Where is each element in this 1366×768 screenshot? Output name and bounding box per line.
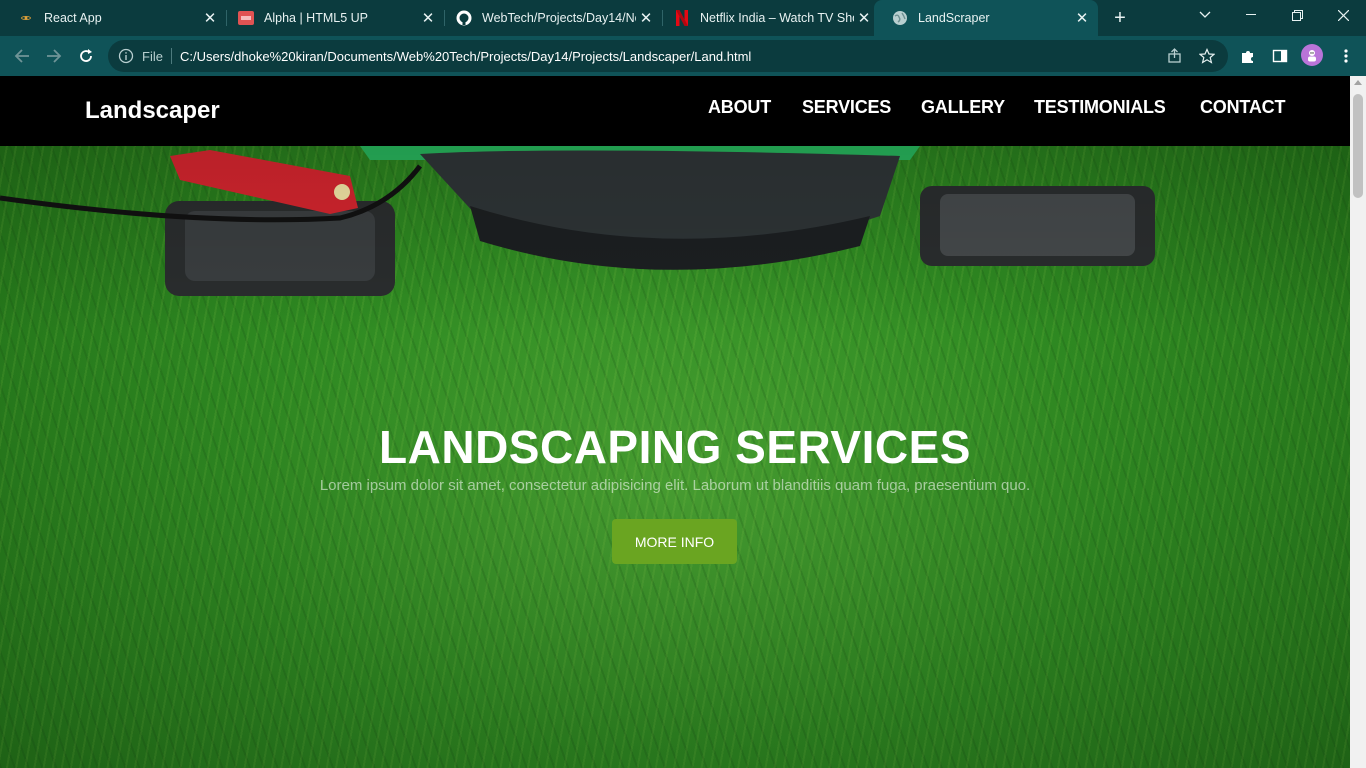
- more-menu-icon[interactable]: [1336, 46, 1356, 66]
- page-viewport: Landscaper ABOUT SERVICES GALLERY TESTIM…: [0, 76, 1350, 768]
- page-scrollbar[interactable]: [1350, 76, 1366, 768]
- nav-gallery[interactable]: GALLERY: [921, 97, 1005, 118]
- nav-testimonials[interactable]: TESTIMONIALS: [1034, 97, 1166, 118]
- address-url[interactable]: C:/Users/dhoke%20kiran/Documents/Web%20T…: [180, 49, 751, 64]
- side-panel-icon[interactable]: [1270, 46, 1290, 66]
- github-icon: [456, 10, 472, 26]
- site-navbar: Landscaper ABOUT SERVICES GALLERY TESTIM…: [0, 76, 1350, 146]
- tab-search-chevron-icon[interactable]: [1182, 0, 1228, 30]
- scroll-up-arrow-icon[interactable]: [1354, 80, 1362, 85]
- tab-netflix[interactable]: Netflix India – Watch TV Sho ✕: [656, 0, 880, 36]
- reload-button[interactable]: [72, 42, 100, 70]
- close-tab-icon[interactable]: ✕: [854, 8, 874, 28]
- nav-contact[interactable]: CONTACT: [1200, 97, 1285, 118]
- close-tab-icon[interactable]: ✕: [200, 8, 220, 28]
- minimize-button[interactable]: [1228, 0, 1274, 30]
- new-tab-button[interactable]: +: [1108, 6, 1132, 30]
- netflix-icon: [674, 10, 690, 26]
- close-tab-icon[interactable]: ✕: [636, 8, 656, 28]
- profile-icon: [1308, 50, 1316, 62]
- info-icon[interactable]: [118, 48, 134, 64]
- address-divider: [171, 48, 172, 64]
- close-tab-icon[interactable]: ✕: [1072, 8, 1092, 28]
- tab-title: Alpha | HTML5 UP: [264, 11, 368, 25]
- forward-arrow-icon: [47, 49, 62, 63]
- tab-landscraper[interactable]: LandScraper ✕: [874, 0, 1098, 36]
- tab-title: React App: [44, 11, 102, 25]
- back-button[interactable]: [8, 42, 36, 70]
- tab-title: WebTech/Projects/Day14/Ne: [482, 11, 636, 25]
- share-icon[interactable]: [1166, 47, 1184, 65]
- tab-title: LandScraper: [918, 11, 990, 25]
- html5up-icon: [238, 10, 254, 26]
- react-icon: [18, 10, 34, 26]
- more-info-button[interactable]: MORE INFO: [612, 519, 737, 564]
- tab-react-app[interactable]: React App ✕: [0, 0, 226, 36]
- browser-toolbar: File C:/Users/dhoke%20kiran/Documents/We…: [0, 36, 1366, 76]
- hero-title: LANDSCAPING SERVICES: [379, 421, 971, 473]
- bookmark-star-icon[interactable]: [1198, 47, 1216, 65]
- hero-subtitle: Lorem ipsum dolor sit amet, consectetur …: [319, 477, 1031, 494]
- reload-icon: [80, 49, 92, 62]
- tab-github[interactable]: WebTech/Projects/Day14/Ne ✕: [438, 0, 662, 36]
- forward-button[interactable]: [40, 42, 68, 70]
- address-bar[interactable]: File C:/Users/dhoke%20kiran/Documents/We…: [108, 40, 1228, 72]
- nav-services[interactable]: SERVICES: [802, 97, 891, 118]
- tab-alpha-html5up[interactable]: Alpha | HTML5 UP ✕: [220, 0, 444, 36]
- profile-avatar[interactable]: [1301, 44, 1323, 66]
- extensions-puzzle-icon[interactable]: [1238, 46, 1258, 66]
- site-logo[interactable]: Landscaper: [85, 97, 220, 125]
- address-scheme: File: [142, 49, 163, 64]
- tab-strip: React App ✕ Alpha | HTML5 UP ✕ WebTech/P…: [0, 0, 1366, 36]
- tab-title: Netflix India – Watch TV Sho: [700, 11, 854, 25]
- nav-about[interactable]: ABOUT: [708, 97, 771, 118]
- globe-icon: [892, 10, 908, 26]
- restore-button[interactable]: [1274, 0, 1320, 30]
- back-arrow-icon: [14, 49, 29, 63]
- close-window-button[interactable]: [1320, 0, 1366, 30]
- scroll-thumb[interactable]: [1353, 94, 1363, 198]
- close-tab-icon[interactable]: ✕: [418, 8, 438, 28]
